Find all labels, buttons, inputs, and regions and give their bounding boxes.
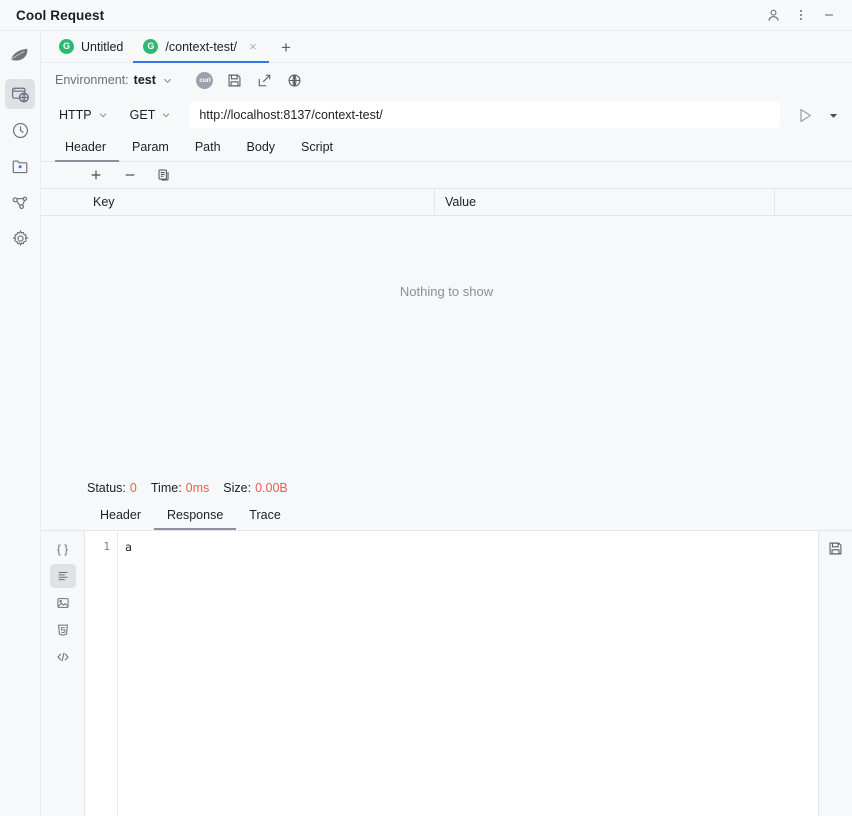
tab-script[interactable]: Script — [288, 140, 346, 162]
environment-bar: Environment: test curl — [41, 63, 852, 97]
send-options-dropdown[interactable] — [820, 101, 846, 129]
url-input[interactable] — [189, 102, 780, 128]
add-row-button[interactable] — [87, 166, 105, 184]
request-section-tabs: Header Param Path Body Script — [41, 133, 852, 162]
json-view-icon[interactable]: { } — [50, 537, 76, 561]
chevron-down-icon — [161, 110, 171, 120]
response-status-bar: Status: 0 Time: 0ms Size: 0.00B — [41, 474, 852, 502]
url-bar: HTTP GET — [41, 97, 852, 133]
save-response-icon[interactable] — [825, 538, 847, 560]
request-tab-context-test[interactable]: G /context-test/ × — [133, 32, 269, 63]
method-select[interactable]: GET — [126, 105, 176, 125]
export-icon[interactable] — [255, 70, 275, 90]
save-icon[interactable] — [225, 70, 245, 90]
code-view-icon[interactable] — [50, 645, 76, 669]
table-header-row: Key Value — [41, 188, 852, 216]
copy-rows-button[interactable] — [155, 166, 173, 184]
method-badge-icon: G — [143, 39, 158, 54]
environment-actions: curl — [195, 70, 305, 90]
html-view-icon[interactable] — [50, 618, 76, 642]
table-toolbar — [41, 162, 852, 188]
sidebar-item-history[interactable] — [5, 115, 35, 145]
line-number-gutter: 1 — [85, 531, 118, 816]
viewer-right-rail — [818, 531, 852, 816]
add-tab-button[interactable]: + — [273, 34, 299, 62]
size-badge: Size: 0.00B — [223, 481, 287, 495]
request-tab-label: /context-test/ — [165, 40, 237, 54]
sidebar-item-collections[interactable] — [5, 151, 35, 181]
minimize-icon[interactable] — [816, 3, 842, 27]
column-header-actions — [775, 189, 852, 215]
tab-response-header[interactable]: Header — [87, 508, 154, 530]
column-header-key: Key — [83, 189, 435, 215]
status-badge: Status: 0 — [87, 481, 137, 495]
send-button[interactable] — [790, 101, 820, 129]
account-icon[interactable] — [760, 3, 786, 27]
sidebar-item-requests[interactable] — [5, 79, 35, 109]
globe-icon[interactable] — [285, 70, 305, 90]
tab-body[interactable]: Body — [234, 140, 289, 162]
response-content[interactable]: a — [118, 531, 818, 816]
status-value: 0 — [130, 481, 137, 495]
tab-response-body[interactable]: Response — [154, 508, 236, 530]
tab-response-trace[interactable]: Trace — [236, 508, 294, 530]
main-area: G Untitled G /context-test/ × + Environm… — [41, 31, 852, 816]
leaf-logo — [5, 41, 35, 69]
app-title: Cool Request — [16, 8, 104, 23]
more-options-icon[interactable] — [788, 3, 814, 27]
curl-badge-label: curl — [196, 72, 213, 89]
chevron-down-icon[interactable] — [162, 75, 173, 86]
image-view-icon[interactable] — [50, 591, 76, 615]
tab-path[interactable]: Path — [182, 140, 234, 162]
title-bar: Cool Request — [0, 0, 852, 31]
response-editor[interactable]: 1 a — [84, 531, 818, 816]
window-controls — [760, 3, 842, 27]
app-window: Cool Request — [0, 0, 852, 816]
method-badge-icon: G — [59, 39, 74, 54]
tab-header[interactable]: Header — [55, 140, 119, 162]
curl-icon[interactable]: curl — [195, 70, 215, 90]
chevron-down-icon — [98, 110, 108, 120]
response-viewer: { } — [41, 530, 852, 816]
response-section-tabs: Header Response Trace — [41, 502, 852, 530]
protocol-select[interactable]: HTTP — [55, 105, 112, 125]
time-label: Time: — [151, 481, 182, 495]
text-view-icon[interactable] — [50, 564, 76, 588]
request-tab-strip: G Untitled G /context-test/ × + — [41, 31, 852, 63]
environment-value[interactable]: test — [134, 73, 156, 87]
sidebar-item-workflow[interactable] — [5, 187, 35, 217]
remove-row-button[interactable] — [121, 166, 139, 184]
tab-param[interactable]: Param — [119, 140, 182, 162]
size-value: 0.00B — [255, 481, 288, 495]
environment-label: Environment: — [55, 73, 129, 87]
method-label: GET — [130, 108, 156, 122]
sidebar-item-settings[interactable] — [5, 223, 35, 253]
viewer-mode-rail: { } — [41, 531, 84, 816]
empty-state-message: Nothing to show — [41, 216, 852, 474]
left-sidebar — [0, 31, 41, 816]
close-icon[interactable]: × — [247, 39, 259, 54]
column-header-value: Value — [435, 189, 775, 215]
headers-table: Key Value Nothing to show — [41, 188, 852, 474]
protocol-label: HTTP — [59, 108, 92, 122]
request-tab-label: Untitled — [81, 40, 123, 54]
request-tab-untitled[interactable]: G Untitled — [49, 32, 133, 63]
time-badge: Time: 0ms — [151, 481, 209, 495]
window-body: G Untitled G /context-test/ × + Environm… — [0, 31, 852, 816]
status-label: Status: — [87, 481, 126, 495]
time-value: 0ms — [186, 481, 210, 495]
size-label: Size: — [223, 481, 251, 495]
